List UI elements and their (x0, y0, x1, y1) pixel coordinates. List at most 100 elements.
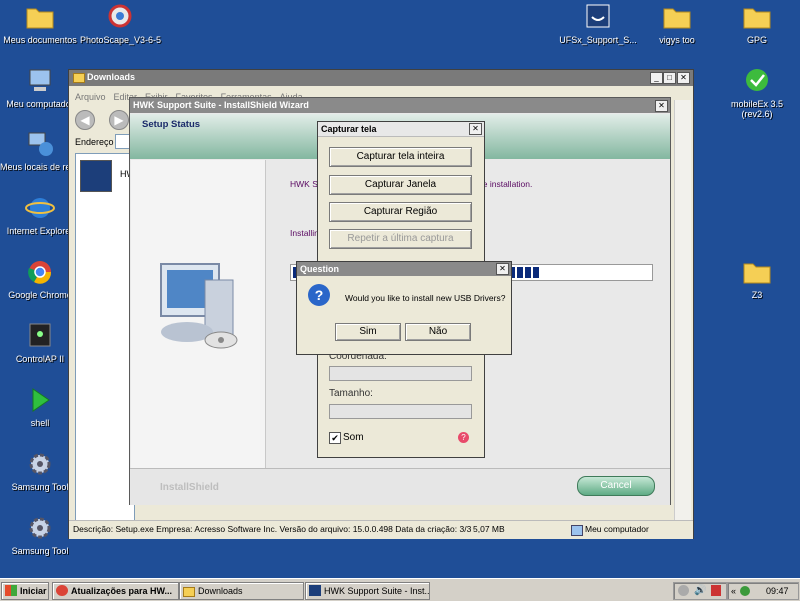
tray-icon[interactable] (711, 585, 721, 596)
volume-icon[interactable]: 🔊 (694, 585, 706, 596)
wizard-title: HWK Support Suite - InstallShield Wizard (133, 100, 309, 110)
computer-setup-icon (160, 263, 238, 349)
wizard-close-button[interactable]: ✕ (655, 100, 668, 112)
desktop-icon-label: vigys too (659, 35, 695, 45)
torrent-icon[interactable] (740, 586, 750, 596)
wizard-art-panel (131, 160, 266, 468)
start-label: Iniciar (20, 586, 47, 596)
size-field (329, 404, 472, 419)
computer-icon (29, 69, 51, 91)
taskbar-task-downloads[interactable]: Downloads (179, 582, 304, 600)
photoscape-icon (108, 4, 132, 28)
sound-checkbox[interactable]: ✔ (329, 432, 341, 444)
status-location: Meu computador (585, 524, 649, 534)
cancel-button[interactable]: Cancel (577, 476, 655, 496)
close-button[interactable]: ✕ (677, 72, 690, 84)
file-pane: HW (75, 153, 135, 521)
progress-block (533, 267, 539, 278)
chrome-icon (56, 585, 68, 596)
tray-icon[interactable] (678, 585, 689, 596)
desktop-icon-label: PhotoScape_V3-6-5 (80, 35, 162, 45)
taskbar-task-installshield[interactable]: HWK Support Suite - Inst... (305, 582, 430, 600)
clock: 09:47 (766, 586, 789, 596)
taskbar-task-chrome[interactable]: Atualizações para HW... (52, 582, 179, 600)
question-icon: ? (308, 284, 330, 306)
desktop-icon-label: mobileEx 3.5 (rev2.6) (730, 99, 784, 119)
question-text: Would you like to install new USB Driver… (345, 293, 506, 303)
size-label: Tamanho: (329, 388, 373, 399)
no-button[interactable]: Não (405, 323, 471, 341)
question-titlebar: Question ✕ (297, 262, 511, 276)
shell-icon (32, 388, 50, 412)
desktop-icon-label: GPG (746, 35, 767, 45)
explorer-titlebar: Downloads _ □ ✕ (69, 70, 693, 86)
desktop-icon-ufsx[interactable]: UFSx_Support_S... (558, 3, 638, 45)
capture-title: Capturar tela (321, 124, 377, 134)
ufsx-icon (586, 4, 610, 28)
desktop-icon-photoscape[interactable]: PhotoScape_V3-6-5 (80, 3, 162, 45)
gear-icon (29, 517, 51, 539)
folder-icon (183, 587, 195, 597)
folder-icon (663, 8, 691, 29)
setup-file-icon[interactable] (80, 160, 112, 192)
task-label: Atualizações para HW... (71, 586, 173, 596)
question-dialog: Question ✕ ? Would you like to install n… (296, 261, 512, 355)
gear-icon (29, 453, 51, 475)
explorer-statusbar: Descrição: Setup.exe Empresa: Acresso So… (69, 520, 693, 539)
question-title: Question (300, 264, 340, 274)
clock-area: « 09:47 (727, 582, 799, 600)
wizard-titlebar: HWK Support Suite - InstallShield Wizard… (130, 98, 670, 113)
internet-explorer-icon (25, 198, 55, 218)
explorer-scrollbar[interactable] (674, 100, 691, 520)
mobileex-icon (746, 69, 768, 91)
desktop-icon-my-documents[interactable]: Meus documentos (0, 3, 80, 45)
coord-field (329, 366, 472, 381)
help-icon[interactable]: ? (458, 432, 469, 443)
taskbar: Iniciar Atualizações para HW... Download… (0, 578, 800, 601)
folder-icon (743, 8, 771, 29)
capture-close-button[interactable]: ✕ (469, 123, 482, 135)
desktop-icon-label: Meus documentos (3, 35, 77, 45)
folder-icon (26, 8, 54, 29)
desktop-icon-label: Samsung Tool (11, 546, 69, 556)
desktop-icon-label: UFSx_Support_S... (559, 35, 637, 45)
forward-icon[interactable]: ▶ (109, 110, 129, 130)
installshield-brand: InstallShield (160, 482, 219, 493)
task-label: Downloads (198, 586, 243, 596)
desktop-icon-gpg[interactable]: GPG (717, 3, 797, 45)
computer-icon (571, 525, 583, 536)
wizard-header-title: Setup Status (142, 119, 201, 130)
repeat-capture-button[interactable]: Repetir a última captura (329, 229, 472, 249)
back-icon[interactable]: ◀ (75, 110, 95, 130)
capture-full-screen-button[interactable]: Capturar tela inteira (329, 147, 472, 167)
desktop-icon-z3[interactable]: Z3 (717, 258, 797, 300)
menu-arquivo[interactable]: Arquivo (75, 92, 106, 102)
start-button[interactable]: Iniciar (1, 582, 49, 600)
sound-label: Som (343, 432, 364, 443)
explorer-title: Downloads (87, 72, 136, 82)
address-label: Endereço (75, 137, 114, 147)
question-close-button[interactable]: ✕ (496, 263, 509, 275)
capture-window-button[interactable]: Capturar Janela (329, 175, 472, 195)
windows-logo-icon (5, 585, 17, 596)
progress-block (517, 267, 523, 278)
system-tray: 🔊 (673, 582, 727, 600)
status-size: 5,07 MB (473, 524, 505, 534)
installer-icon (309, 585, 321, 596)
maximize-button[interactable]: □ (663, 72, 676, 84)
controlap-icon (29, 323, 51, 347)
capture-region-button[interactable]: Capturar Região (329, 202, 472, 222)
folder-icon (73, 73, 85, 83)
desktop-icon-label: Z3 (751, 290, 763, 300)
minimize-button[interactable]: _ (650, 72, 663, 84)
desktop-icon-mobileex[interactable]: mobileEx 3.5 (rev2.6) (717, 67, 797, 119)
progress-block (525, 267, 531, 278)
task-label: HWK Support Suite - Inst... (324, 586, 430, 596)
folder-icon (743, 263, 771, 284)
tray-expand-button[interactable]: « (731, 583, 736, 599)
yes-button[interactable]: Sim (335, 323, 401, 341)
chrome-icon (28, 261, 52, 284)
status-description: Descrição: Setup.exe Empresa: Acresso So… (73, 524, 471, 534)
capture-titlebar: Capturar tela ✕ (318, 122, 484, 137)
desktop-icon-vigys[interactable]: vigys too (637, 3, 717, 45)
